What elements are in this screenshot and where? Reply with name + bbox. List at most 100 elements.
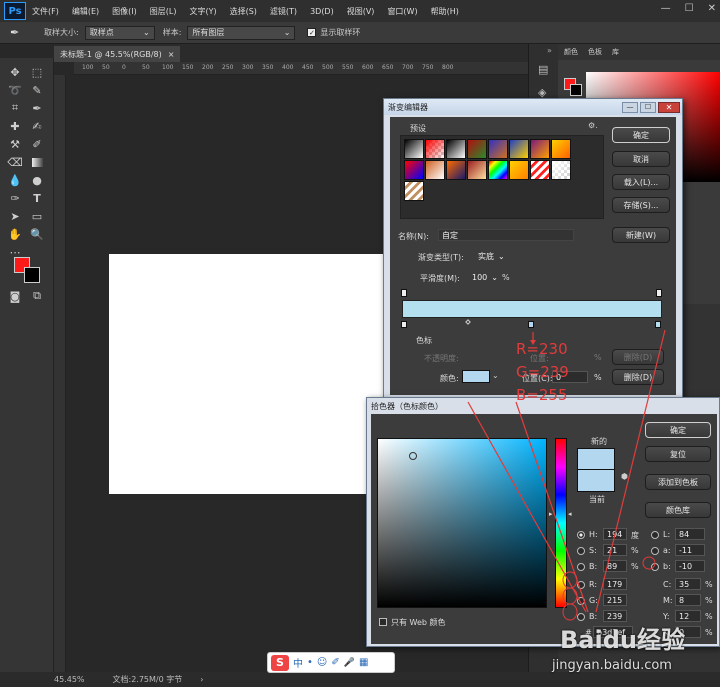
gradient-preset[interactable]	[404, 181, 424, 201]
opacity-stop-right[interactable]	[656, 289, 662, 297]
healing-tool-icon[interactable]: ✚	[6, 118, 24, 134]
document-canvas[interactable]	[109, 254, 384, 494]
hue-radio[interactable]	[577, 531, 585, 539]
gradient-preset[interactable]	[446, 160, 466, 180]
type-tool-icon[interactable]: T	[28, 190, 46, 206]
gradient-preset[interactable]	[509, 160, 529, 180]
sogou-logo[interactable]: S	[271, 654, 289, 671]
cyan-input[interactable]: 35	[675, 578, 701, 590]
magenta-input[interactable]: 8	[675, 594, 701, 606]
gradient-preset[interactable]	[551, 139, 571, 159]
gradient-editor-titlebar[interactable]: 渐变编辑器 — ☐ ✕	[384, 99, 682, 115]
quick-mask-icon[interactable]: ◙	[6, 288, 24, 304]
lab-l-input[interactable]: 84	[675, 528, 705, 540]
menu-view[interactable]: 视图(V)	[347, 6, 375, 17]
quick-select-tool-icon[interactable]: ✎	[28, 82, 46, 98]
lasso-tool-icon[interactable]: ➰	[6, 82, 24, 98]
lab-a-radio[interactable]	[651, 547, 659, 555]
pen-tool-icon[interactable]: ✑	[6, 190, 24, 206]
maximize-icon[interactable]: ☐	[640, 101, 656, 113]
sample-select[interactable]: 所有图层 ⌄	[187, 25, 296, 40]
name-input[interactable]: 自定	[438, 229, 574, 241]
color-libraries-button[interactable]: 颜色库	[645, 502, 711, 518]
color-stop-right[interactable]	[655, 321, 661, 328]
gradient-preset[interactable]	[488, 139, 508, 159]
close-icon[interactable]: ✕	[658, 101, 680, 113]
gradient-preset[interactable]	[509, 139, 529, 159]
current-color-swatch[interactable]	[577, 470, 615, 492]
web-colors-checkbox[interactable]	[379, 618, 387, 626]
smoothness-input[interactable]: 100 ⌄	[468, 271, 498, 283]
marquee-tool-icon[interactable]: ⬚	[28, 64, 46, 80]
menu-edit[interactable]: 编辑(E)	[72, 6, 99, 17]
screen-mode-icon[interactable]: ⧉	[28, 288, 46, 304]
gear-icon[interactable]: ⚙.	[588, 121, 598, 130]
gradient-preset[interactable]	[467, 139, 487, 159]
ok-button[interactable]: 确定	[612, 127, 670, 143]
rectangle-tool-icon[interactable]: ▭	[28, 208, 46, 224]
history-panel-icon[interactable]: ▤	[538, 63, 558, 76]
cancel-button[interactable]: 取消	[612, 151, 670, 167]
brightness-radio[interactable]	[577, 563, 585, 571]
path-select-tool-icon[interactable]: ➤	[6, 208, 24, 224]
delete-opacity-button[interactable]: 删除(D)	[612, 349, 664, 365]
gradient-preset[interactable]	[404, 139, 424, 159]
menu-layer[interactable]: 图层(L)	[150, 6, 177, 17]
green-input[interactable]: 215	[603, 594, 627, 606]
ime-voice-icon[interactable]: 🎤	[344, 658, 355, 668]
minimize-button[interactable]: —	[661, 3, 671, 14]
zoom-level[interactable]: 45.45%	[54, 675, 85, 684]
close-tab-icon[interactable]: ×	[168, 50, 175, 59]
menu-help[interactable]: 帮助(H)	[431, 6, 459, 17]
gradient-preset[interactable]	[530, 160, 550, 180]
stamp-tool-icon[interactable]: ⚒	[6, 136, 24, 152]
hue-arrow-right-icon[interactable]: ◂	[568, 510, 572, 518]
minimize-icon[interactable]: —	[622, 101, 638, 113]
crop-tool-icon[interactable]: ⌗	[6, 100, 24, 116]
menu-file[interactable]: 文件(F)	[32, 6, 59, 17]
ime-emoji-icon[interactable]: ☺	[317, 657, 327, 668]
lab-a-input[interactable]: -11	[675, 544, 705, 556]
saturation-input[interactable]: 21	[603, 544, 627, 556]
menu-3d[interactable]: 3D(D)	[310, 7, 334, 16]
lab-b-radio[interactable]	[651, 563, 659, 571]
reset-button[interactable]: 复位	[645, 446, 711, 462]
ok-button[interactable]: 确定	[645, 422, 711, 438]
cube-icon[interactable]: ⬢	[621, 472, 628, 481]
red-input[interactable]: 179	[603, 578, 627, 590]
brightness-input[interactable]: 89	[603, 560, 627, 572]
sample-size-select[interactable]: 取样点 ⌄	[84, 25, 155, 40]
hand-tool-icon[interactable]: ✋	[6, 226, 24, 242]
midpoint-diamond-icon[interactable]	[465, 319, 471, 325]
ime-chinese-mode[interactable]: 中	[293, 655, 303, 670]
new-button[interactable]: 新建(W)	[612, 227, 670, 243]
red-radio[interactable]	[577, 581, 585, 589]
lab-b-input[interactable]: -10	[675, 560, 705, 572]
move-tool-icon[interactable]: ✥	[6, 64, 24, 80]
gradient-preset[interactable]	[425, 139, 445, 159]
background-color-swatch[interactable]	[24, 267, 40, 283]
eraser-tool-icon[interactable]: ⌫	[6, 154, 24, 170]
tab-libraries[interactable]: 库	[612, 47, 619, 57]
tab-swatches[interactable]: 色板	[588, 47, 602, 57]
menu-window[interactable]: 窗口(W)	[387, 6, 417, 17]
eyedropper-tool-icon[interactable]: ✒	[28, 100, 46, 116]
gradient-preset[interactable]	[530, 139, 550, 159]
gradient-preset[interactable]	[446, 139, 466, 159]
tab-color[interactable]: 颜色	[564, 47, 578, 57]
maximize-button[interactable]: ☐	[685, 3, 694, 14]
chevron-down-icon[interactable]: ⌄	[492, 371, 499, 380]
saturation-radio[interactable]	[577, 547, 585, 555]
gradient-type-select[interactable]: 实底 ⌄	[474, 250, 512, 262]
panel-background-swatch[interactable]	[570, 84, 582, 96]
ime-toolbox-icon[interactable]: ▦	[359, 657, 368, 668]
ime-handwriting-icon[interactable]: ✐	[331, 657, 339, 668]
menu-filter[interactable]: 滤镜(T)	[270, 6, 297, 17]
history-brush-icon[interactable]: ✐	[28, 136, 46, 152]
gradient-preset[interactable]	[551, 160, 571, 180]
expand-arrow-icon[interactable]: ›	[200, 675, 203, 684]
menu-type[interactable]: 文字(Y)	[189, 6, 216, 17]
show-ring-checkbox[interactable]: ✓	[307, 28, 317, 37]
blur-tool-icon[interactable]: 💧	[6, 172, 24, 188]
hue-input[interactable]: 194	[603, 528, 627, 540]
